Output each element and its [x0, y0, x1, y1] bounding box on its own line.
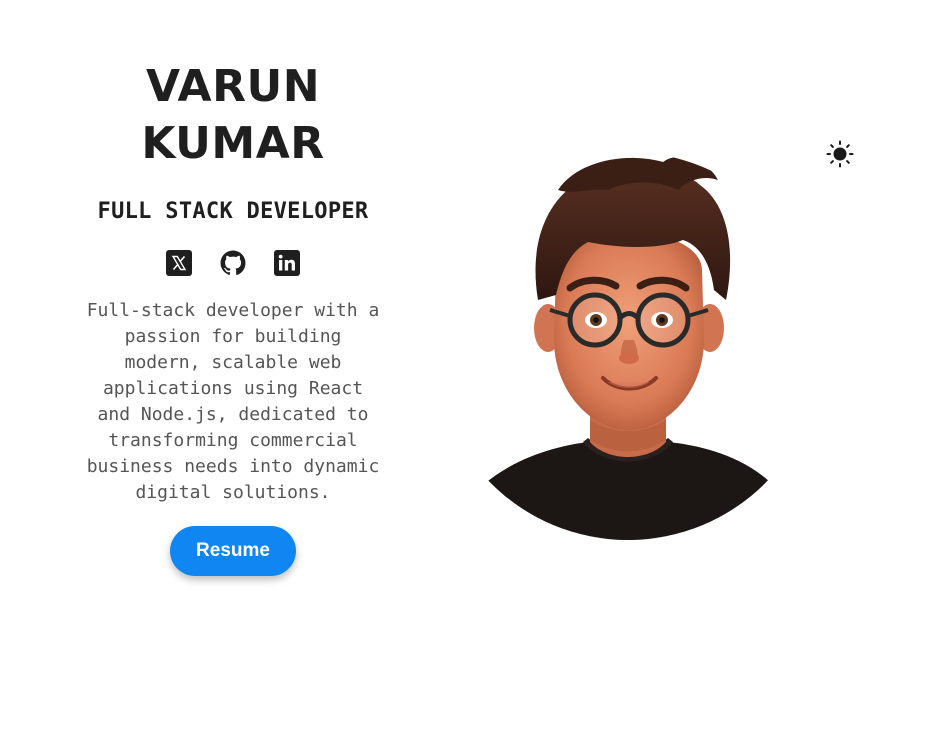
sun-icon	[826, 140, 854, 168]
github-link[interactable]	[220, 250, 246, 276]
page: VARUN KUMAR FULL STACK DEVELOPER Full-st…	[0, 0, 948, 731]
hero-name: VARUN KUMAR	[78, 58, 388, 172]
theme-toggle-button[interactable]	[826, 140, 854, 168]
name-line-2: KUMAR	[141, 118, 325, 169]
social-links	[78, 250, 388, 276]
resume-button[interactable]: Resume	[170, 526, 296, 576]
avatar	[478, 150, 778, 542]
github-icon	[220, 250, 246, 276]
x-twitter-icon	[166, 250, 192, 276]
bio-text: Full-stack developer with a passion for …	[86, 300, 380, 503]
linkedin-link[interactable]	[274, 250, 300, 276]
hero-left-column: VARUN KUMAR FULL STACK DEVELOPER Full-st…	[78, 58, 388, 576]
role-title: FULL STACK DEVELOPER	[97, 199, 369, 224]
linkedin-icon	[274, 250, 300, 276]
name-line-1: VARUN	[145, 61, 321, 112]
avatar-illustration	[478, 156, 778, 540]
x-twitter-link[interactable]	[166, 250, 192, 276]
